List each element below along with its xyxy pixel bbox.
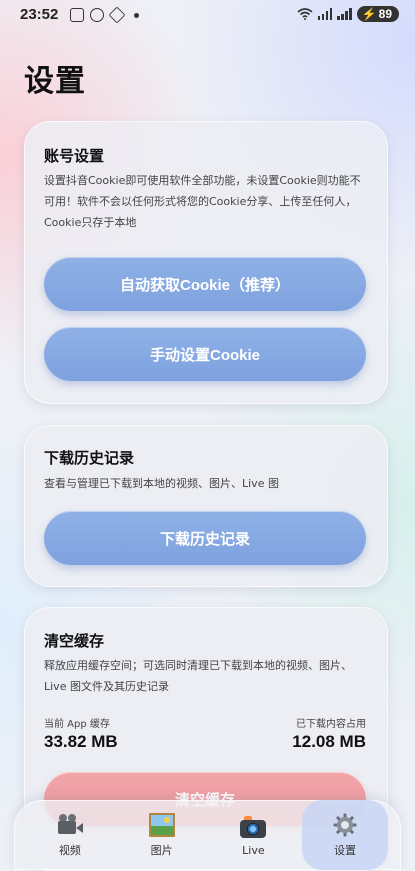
nav-label-picture: 图片 (150, 844, 173, 857)
download-history-description: 查看与管理已下载到本地的视频、图片、Live 图 (44, 477, 279, 490)
auto-get-cookie-button[interactable]: 自动获取Cookie（推荐） (44, 257, 366, 311)
download-history-card: 下载历史记录 查看与管理已下载到本地的视频、图片、Live 图 下载历史记录 (24, 425, 388, 587)
nav-label-settings: 设置 (334, 844, 357, 857)
status-bar: 23:52 ⚡ 89 (0, 0, 415, 32)
bottom-nav: 视频 图片 Live 设置 (14, 800, 401, 870)
clear-cache-title: 清空缓存 (44, 632, 105, 650)
manual-set-cookie-button[interactable]: 手动设置Cookie (44, 327, 366, 381)
nav-tab-settings[interactable]: 设置 (302, 800, 389, 870)
live-camera-icon (239, 814, 267, 840)
download-history-button[interactable]: 下载历史记录 (44, 511, 366, 565)
page-title: 设置 (24, 64, 86, 99)
wifi-icon (297, 8, 313, 20)
downloaded-size-value: 12.08 MB (292, 732, 366, 751)
clear-cache-description: 释放应用缓存空间；可选同时清理已下载到本地的视频、图片、Live 图文件及其历史… (44, 659, 352, 693)
video-camera-icon (56, 812, 84, 838)
charging-icon: ⚡ (361, 7, 377, 21)
gear-icon (331, 812, 359, 838)
signal-icon (317, 8, 333, 20)
app-cache-value: 33.82 MB (44, 732, 118, 751)
picture-icon (148, 812, 176, 838)
status-right: ⚡ 89 (297, 6, 399, 22)
nav-label-live: Live (242, 843, 265, 857)
notification-icon (70, 8, 84, 22)
battery-indicator: ⚡ 89 (356, 6, 399, 22)
downloaded-size-label: 已下载内容占用 (296, 719, 366, 730)
signal-icon (337, 8, 352, 20)
account-settings-title: 账号设置 (44, 147, 105, 165)
notification-icon (108, 6, 126, 24)
app-cache-label: 当前 App 缓存 (44, 719, 110, 730)
notification-icon (90, 8, 104, 22)
status-time: 23:52 (20, 6, 59, 23)
account-settings-description: 设置抖音Cookie即可使用软件全部功能，未设置Cookie则功能不可用！软件不… (44, 174, 361, 229)
notification-icons (70, 6, 139, 24)
nav-tab-live[interactable]: Live (210, 800, 296, 870)
account-settings-card: 账号设置 设置抖音Cookie即可使用软件全部功能，未设置Cookie则功能不可… (24, 121, 388, 404)
nav-tab-video[interactable]: 视频 (27, 800, 113, 870)
download-history-title: 下载历史记录 (44, 449, 135, 467)
more-notifications-icon (134, 12, 139, 18)
nav-tab-picture[interactable]: 图片 (119, 800, 205, 870)
battery-level: 89 (378, 7, 392, 21)
nav-label-video: 视频 (58, 844, 81, 857)
